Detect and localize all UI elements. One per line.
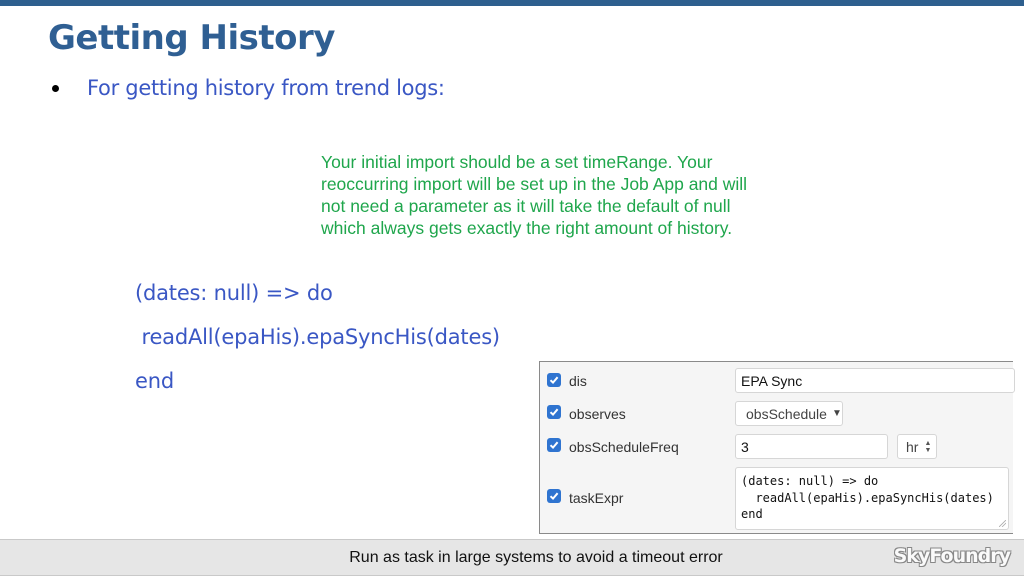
observes-checkbox[interactable] — [547, 405, 561, 419]
checkmark-icon — [549, 441, 559, 450]
slide-title: Getting History — [48, 18, 335, 58]
code-line: readAll(epaHis).epaSyncHis(dates) — [135, 325, 500, 349]
footer-text: Run as task in large systems to avoid a … — [349, 549, 723, 566]
observes-value: obsSchedule — [746, 405, 827, 422]
note-line: which always gets exactly the right amou… — [321, 218, 733, 238]
checkmark-icon — [549, 492, 559, 501]
dis-label: dis — [569, 373, 587, 389]
observes-label: observes — [569, 406, 626, 422]
taskexpr-textarea[interactable]: (dates: null) => do readAll(epaHis).epaS… — [735, 467, 1009, 530]
bullet-dot-icon — [52, 84, 59, 92]
resize-grip-icon[interactable] — [999, 520, 1006, 527]
checkmark-icon — [549, 376, 559, 385]
freq-unit-select[interactable]: hr ▲ ▼ — [897, 434, 937, 459]
footer-bar: Run as task in large systems to avoid a … — [0, 539, 1024, 576]
observes-select[interactable]: obsSchedule ▼ — [735, 401, 843, 426]
stepper-icon: ▲ ▼ — [924, 439, 932, 454]
dis-input[interactable]: EPA Sync — [735, 368, 1015, 393]
code-example: (dates: null) => do readAll(epaHis).epaS… — [135, 278, 500, 410]
code-line: end — [135, 369, 174, 393]
note-line: Your initial import should be a set time… — [321, 152, 713, 172]
taskexpr-label: taskExpr — [569, 490, 624, 506]
checkmark-icon — [549, 408, 559, 417]
freq-unit-value: hr — [906, 438, 919, 455]
caret-down-icon: ▼ — [831, 408, 842, 419]
freq-checkbox[interactable] — [547, 438, 561, 452]
taskexpr-line: end — [741, 507, 763, 521]
taskexpr-line: (dates: null) => do — [741, 474, 879, 488]
freq-label: obsScheduleFreq — [569, 439, 679, 455]
freq-input[interactable]: 3 — [735, 434, 888, 459]
dis-checkbox[interactable] — [547, 373, 561, 387]
bullet-text: For getting history from trend logs: — [87, 76, 445, 100]
taskexpr-checkbox[interactable] — [547, 489, 561, 503]
taskexpr-line: readAll(epaHis).epaSyncHis(dates) — [741, 490, 994, 505]
skyfoundry-logo: SkyFoundry — [893, 545, 1011, 567]
note-line: not need a parameter as it will take the… — [321, 196, 731, 216]
import-note: Your initial import should be a set time… — [321, 151, 821, 239]
job-form-panel: dis EPA Sync observes obsSchedule ▼ obsS… — [539, 361, 1015, 534]
top-accent-bar — [0, 0, 1024, 6]
bullet-item: For getting history from trend logs: — [52, 76, 445, 100]
note-line: reoccurring import will be set up in the… — [321, 174, 748, 194]
code-line: (dates: null) => do — [135, 281, 333, 305]
